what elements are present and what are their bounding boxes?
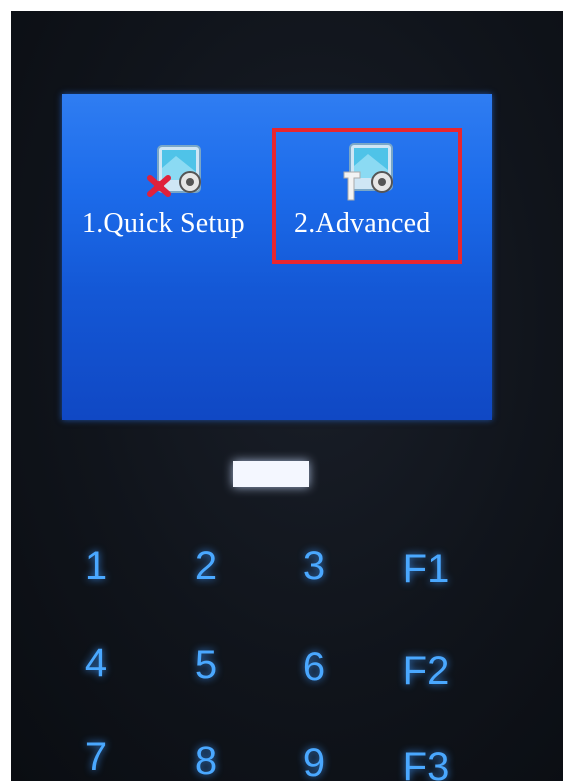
menu-item-quick-setup[interactable]: 1.Quick Setup (82, 134, 292, 254)
terminal-device: 1.Quick Setup 2.Advanced 1 2 3 F1 4 5 6 … (11, 11, 563, 781)
status-indicator (233, 461, 309, 487)
key-1[interactable]: 1 (61, 536, 131, 596)
key-8[interactable]: 8 (171, 731, 241, 781)
key-6[interactable]: 6 (279, 637, 349, 697)
quick-setup-icon (147, 145, 201, 197)
key-f3[interactable]: F3 (391, 737, 461, 781)
key-2[interactable]: 2 (171, 536, 241, 596)
key-9[interactable]: 9 (279, 733, 349, 781)
key-7[interactable]: 7 (61, 727, 131, 781)
selection-highlight (272, 128, 462, 264)
key-f1[interactable]: F1 (391, 539, 461, 599)
key-5[interactable]: 5 (171, 635, 241, 695)
key-4[interactable]: 4 (61, 633, 131, 693)
key-3[interactable]: 3 (279, 536, 349, 596)
key-f2[interactable]: F2 (391, 641, 461, 701)
lcd-screen: 1.Quick Setup 2.Advanced (62, 94, 492, 420)
menu-item-label: 1.Quick Setup (82, 208, 245, 239)
